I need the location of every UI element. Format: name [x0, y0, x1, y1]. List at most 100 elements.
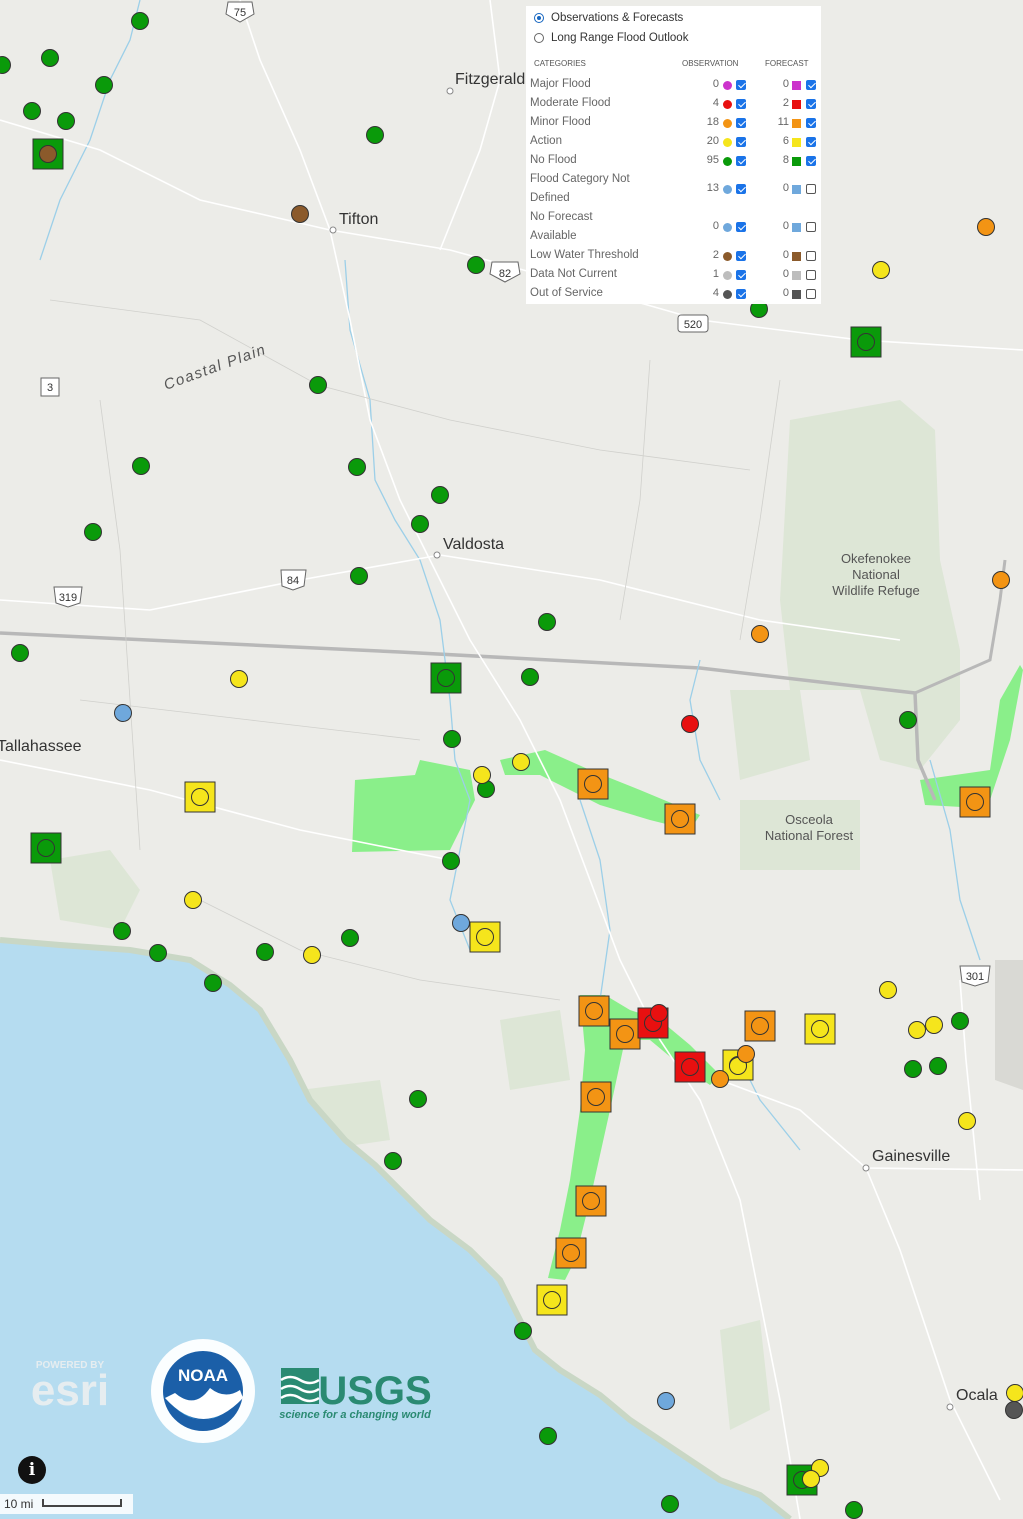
- gauge-marker[interactable]: [1005, 1401, 1023, 1419]
- gauge-marker[interactable]: [929, 1057, 947, 1075]
- gauge-marker[interactable]: [23, 102, 41, 120]
- gauge-marker[interactable]: [925, 1016, 943, 1034]
- gauge-observation-dot[interactable]: [857, 333, 875, 351]
- observation-checkbox[interactable]: [736, 184, 746, 194]
- gauge-marker[interactable]: [291, 205, 309, 223]
- gauge-marker[interactable]: [681, 715, 699, 733]
- gauge-marker[interactable]: [539, 1427, 557, 1445]
- gauge-marker[interactable]: [184, 891, 202, 909]
- gauge-observation-dot[interactable]: [751, 1017, 769, 1035]
- gauge-marker[interactable]: [514, 1322, 532, 1340]
- radio-observations-forecasts[interactable]: [534, 13, 544, 23]
- gauge-marker[interactable]: [11, 644, 29, 662]
- gauge-marker[interactable]: [958, 1112, 976, 1130]
- gauge-observation-dot[interactable]: [584, 775, 602, 793]
- forecast-checkbox[interactable]: [806, 80, 816, 90]
- gauge-observation-dot[interactable]: [587, 1088, 605, 1106]
- forecast-checkbox[interactable]: [806, 137, 816, 147]
- gauge-observation-dot[interactable]: [543, 1291, 561, 1309]
- gauge-marker[interactable]: [1006, 1384, 1023, 1402]
- gauge-marker[interactable]: [341, 929, 359, 947]
- forecast-checkbox[interactable]: [806, 289, 816, 299]
- gauge-observation-dot[interactable]: [562, 1244, 580, 1262]
- gauge-marker[interactable]: [737, 1045, 755, 1063]
- gauge-marker[interactable]: [452, 914, 470, 932]
- gauge-marker[interactable]: [149, 944, 167, 962]
- forecast-checkbox[interactable]: [806, 222, 816, 232]
- gauge-marker[interactable]: [904, 1060, 922, 1078]
- gauge-observation-dot[interactable]: [616, 1025, 634, 1043]
- gauge-marker[interactable]: [951, 1012, 969, 1030]
- radio-long-range-outlook[interactable]: [534, 33, 544, 43]
- gauge-observation-dot[interactable]: [582, 1192, 600, 1210]
- forecast-checkbox[interactable]: [806, 99, 816, 109]
- gauge-marker[interactable]: [309, 376, 327, 394]
- gauge-marker[interactable]: [443, 730, 461, 748]
- observation-checkbox[interactable]: [736, 251, 746, 261]
- gauge-observation-dot[interactable]: [437, 669, 455, 687]
- gauge-observation-dot[interactable]: [585, 1002, 603, 1020]
- observation-checkbox[interactable]: [736, 80, 746, 90]
- gauge-marker[interactable]: [256, 943, 274, 961]
- gauge-marker[interactable]: [650, 1004, 668, 1022]
- gauge-marker[interactable]: [84, 523, 102, 541]
- gauge-marker[interactable]: [114, 704, 132, 722]
- gauge-marker[interactable]: [657, 1392, 675, 1410]
- gauge-marker[interactable]: [366, 126, 384, 144]
- gauge-marker[interactable]: [908, 1021, 926, 1039]
- gauge-marker[interactable]: [473, 766, 491, 784]
- gauge-marker[interactable]: [977, 218, 995, 236]
- gauge-marker[interactable]: [411, 515, 429, 533]
- gauge-marker[interactable]: [384, 1152, 402, 1170]
- forecast-checkbox[interactable]: [806, 270, 816, 280]
- gauge-marker[interactable]: [802, 1470, 820, 1488]
- observation-checkbox[interactable]: [736, 289, 746, 299]
- gauge-marker[interactable]: [467, 256, 485, 274]
- gauge-marker[interactable]: [661, 1495, 679, 1513]
- gauge-marker[interactable]: [512, 753, 530, 771]
- observation-checkbox[interactable]: [736, 118, 746, 128]
- gauge-observation-dot[interactable]: [671, 810, 689, 828]
- gauge-marker[interactable]: [57, 112, 75, 130]
- forecast-checkbox[interactable]: [806, 118, 816, 128]
- gauge-marker[interactable]: [751, 625, 769, 643]
- gauge-marker[interactable]: [845, 1501, 863, 1519]
- gauge-observation-dot[interactable]: [476, 928, 494, 946]
- observation-checkbox[interactable]: [736, 222, 746, 232]
- gauge-observation-dot[interactable]: [966, 793, 984, 811]
- mode-long-range-outlook[interactable]: Long Range Flood Outlook: [534, 32, 688, 44]
- gauge-marker[interactable]: [230, 670, 248, 688]
- gauge-marker[interactable]: [131, 12, 149, 30]
- flood-map[interactable]: Fitzgerald Tifton Valdosta Tallahassee G…: [0, 0, 1023, 1519]
- gauge-marker[interactable]: [204, 974, 222, 992]
- gauge-marker[interactable]: [132, 457, 150, 475]
- gauge-observation-dot[interactable]: [37, 839, 55, 857]
- observation-checkbox[interactable]: [736, 270, 746, 280]
- gauge-marker[interactable]: [521, 668, 539, 686]
- observation-checkbox[interactable]: [736, 156, 746, 166]
- gauge-marker[interactable]: [872, 261, 890, 279]
- gauge-marker[interactable]: [879, 981, 897, 999]
- gauge-observation-dot[interactable]: [681, 1058, 699, 1076]
- gauge-marker[interactable]: [538, 613, 556, 631]
- gauge-marker[interactable]: [711, 1070, 729, 1088]
- gauge-marker[interactable]: [41, 49, 59, 67]
- gauge-marker[interactable]: [992, 571, 1010, 589]
- gauge-marker[interactable]: [113, 922, 131, 940]
- forecast-checkbox[interactable]: [806, 251, 816, 261]
- gauge-marker[interactable]: [431, 486, 449, 504]
- gauge-observation-dot[interactable]: [39, 145, 57, 163]
- forecast-checkbox[interactable]: [806, 156, 816, 166]
- gauge-marker[interactable]: [409, 1090, 427, 1108]
- gauge-observation-dot[interactable]: [191, 788, 209, 806]
- gauge-marker[interactable]: [303, 946, 321, 964]
- gauge-marker[interactable]: [442, 852, 460, 870]
- gauge-marker[interactable]: [899, 711, 917, 729]
- forecast-checkbox[interactable]: [806, 184, 816, 194]
- gauge-marker[interactable]: [350, 567, 368, 585]
- observation-checkbox[interactable]: [736, 99, 746, 109]
- mode-observations-forecasts[interactable]: Observations & Forecasts: [534, 12, 683, 24]
- gauge-observation-dot[interactable]: [811, 1020, 829, 1038]
- observation-checkbox[interactable]: [736, 137, 746, 147]
- gauge-marker[interactable]: [348, 458, 366, 476]
